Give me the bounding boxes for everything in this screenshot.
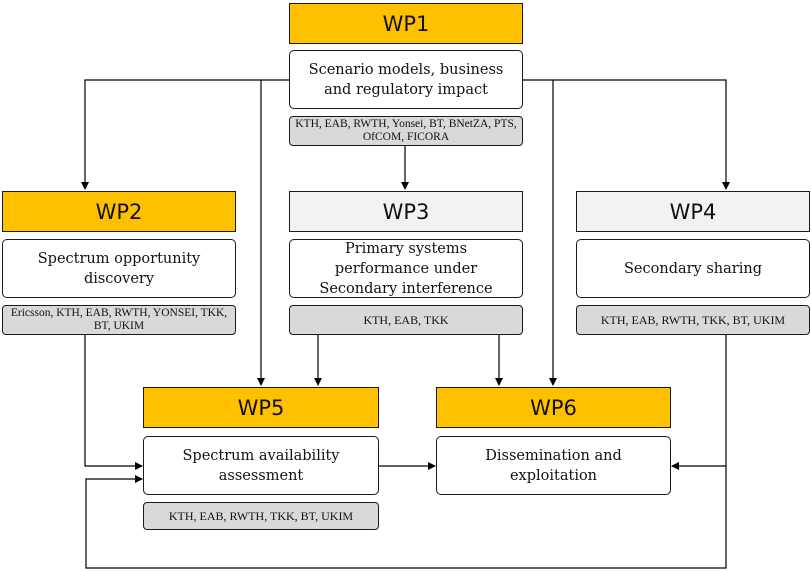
wp1-header: WP1 (289, 3, 523, 44)
connector-wp2-wp5 (84, 335, 143, 470)
wp2-description-box: Spectrum opportunity discovery (2, 239, 236, 298)
wp4-header: WP4 (576, 191, 810, 232)
wp4-label: WP4 (669, 199, 717, 224)
wp3-description-box: Primary systems performance under Second… (289, 239, 523, 298)
wp5-partners: KTH, EAB, RWTH, TKK, BT, UKIM (168, 509, 354, 523)
wp1-partners: KTH, EAB, RWTH, Yonsei, BT, BNetZA, PTS,… (295, 118, 517, 143)
wp2-description: Spectrum opportunity discovery (37, 250, 201, 287)
wp6-description-box: Dissemination and exploitation (436, 436, 671, 495)
wp5-description-box: Spectrum availability assessment (143, 436, 379, 495)
wp4-partners-box: KTH, EAB, RWTH, TKK, BT, UKIM (576, 305, 810, 335)
wp2-header: WP2 (2, 191, 236, 232)
wp6-description: Dissemination and exploitation (485, 447, 622, 484)
wp3-header: WP3 (289, 191, 523, 232)
wp3-description: Primary systems performance under Second… (319, 240, 493, 297)
wp5-header: WP5 (143, 387, 379, 428)
connector-wp1-wp2 (81, 79, 289, 190)
wp3-label: WP3 (382, 199, 430, 224)
wp5-label: WP5 (237, 395, 285, 420)
wp5-description: Spectrum availability assessment (182, 447, 340, 484)
wp4-description-box: Secondary sharing (576, 239, 810, 298)
wp5-partners-box: KTH, EAB, RWTH, TKK, BT, UKIM (143, 502, 379, 530)
wp2-label: WP2 (95, 199, 143, 224)
wp6-label: WP6 (530, 395, 577, 420)
wp6-header: WP6 (436, 387, 671, 428)
wp4-partners: KTH, EAB, RWTH, TKK, BT, UKIM (600, 313, 786, 327)
wp3-partners-box: KTH, EAB, TKK (289, 305, 523, 335)
wp3-partners: KTH, EAB, TKK (363, 313, 449, 327)
wp1-description: Scenario models, business and regulatory… (308, 61, 504, 98)
wp4-description: Secondary sharing (624, 260, 762, 277)
wp2-partners-box: Ericsson, KTH, EAB, RWTH, YONSEI, TKK, B… (2, 305, 236, 335)
wp1-partners-box: KTH, EAB, RWTH, Yonsei, BT, BNetZA, PTS,… (289, 116, 523, 146)
wp1-description-box: Scenario models, business and regulatory… (289, 50, 523, 109)
wp1-label: WP1 (382, 11, 430, 36)
wp2-partners: Ericsson, KTH, EAB, RWTH, YONSEI, TKK, B… (10, 307, 228, 332)
